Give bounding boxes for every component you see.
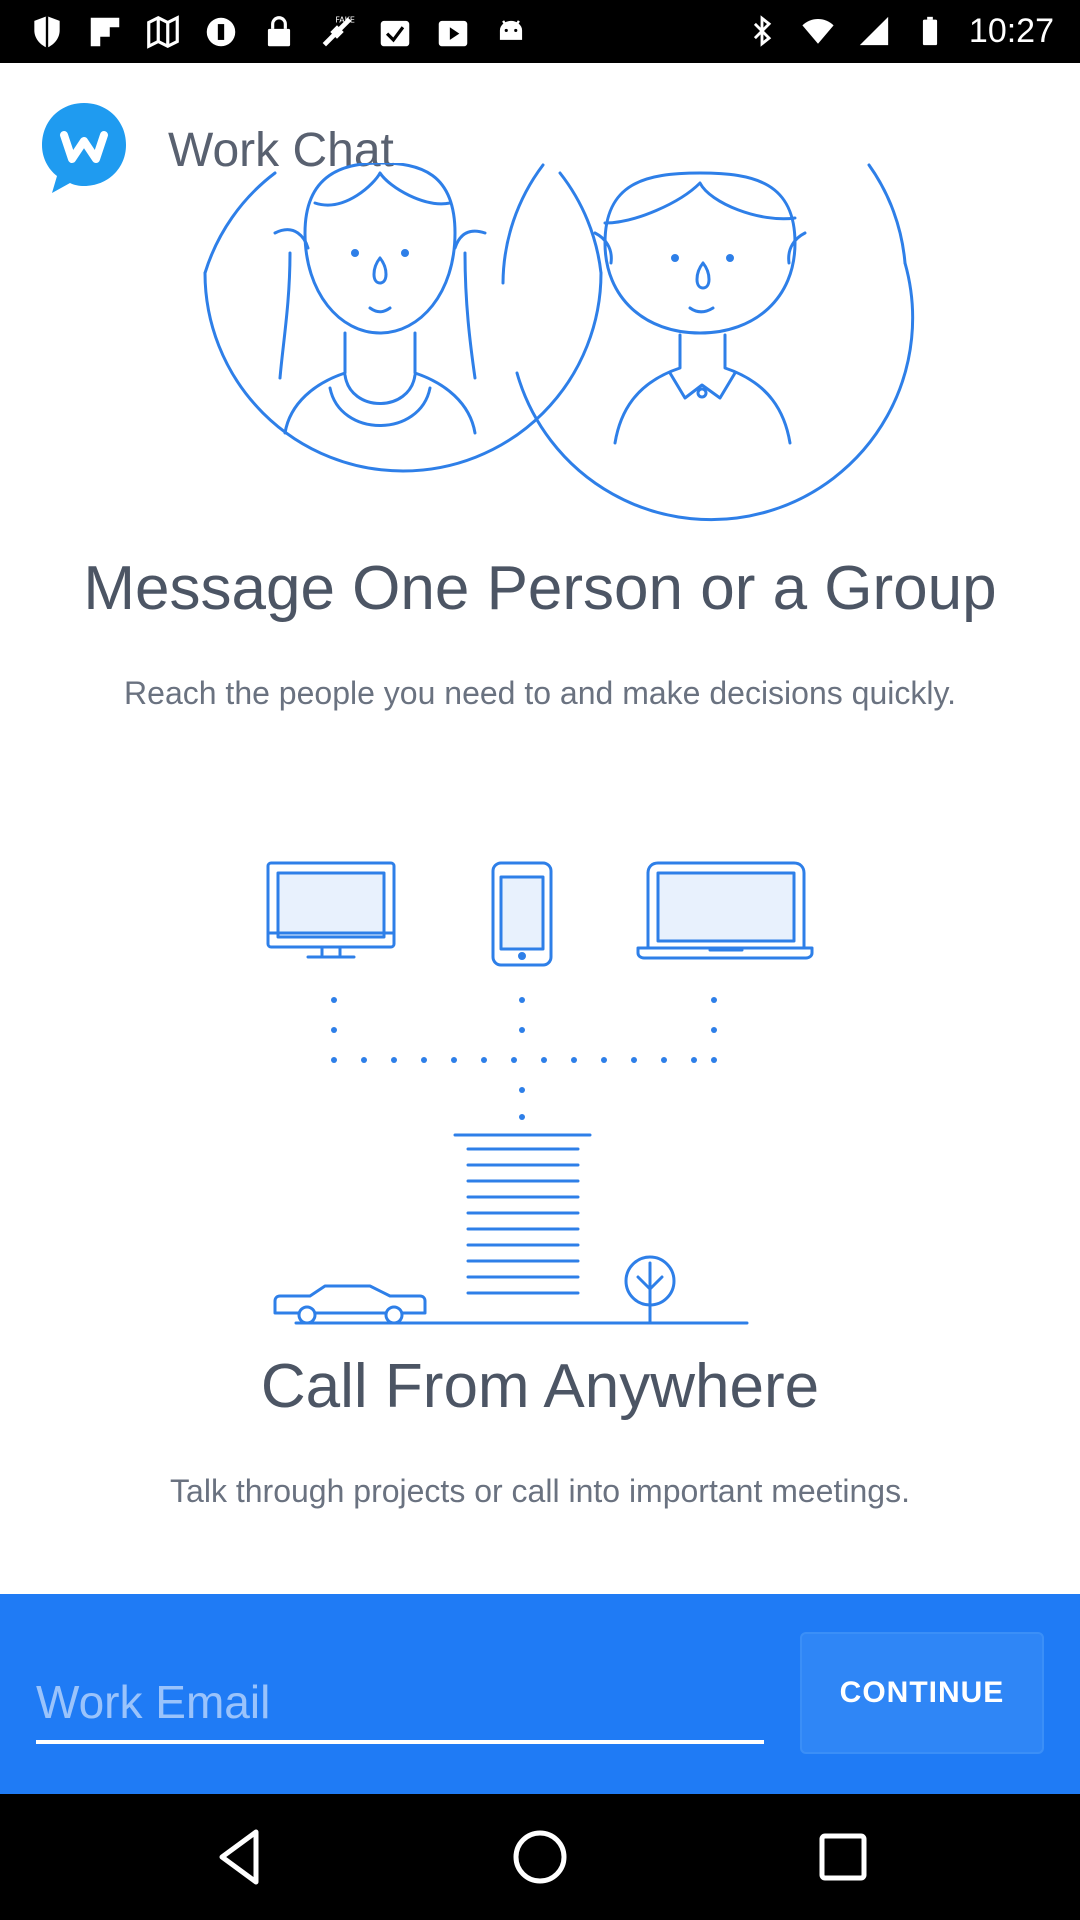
maps-icon <box>147 15 179 49</box>
section2-title: Call From Anywhere <box>260 1352 820 1421</box>
section2-subtitle: Talk through projects or call into impor… <box>170 1473 910 1509</box>
battery-icon <box>922 16 937 46</box>
status-time: 10:27 <box>968 11 1054 50</box>
status-bar: FAKE 10:27 <box>0 0 1080 63</box>
section1-subtitle: Reach the people you need to and make de… <box>124 675 956 711</box>
notification-icons: FAKE <box>28 12 530 52</box>
devices-illustration <box>266 861 814 1325</box>
people-illustration <box>203 163 915 522</box>
system-icons: 10:27 <box>745 8 1054 54</box>
play-icon <box>438 20 468 47</box>
svg-text:FAKE: FAKE <box>335 16 354 25</box>
continue-button[interactable]: CONTINUE <box>800 1632 1044 1754</box>
signal-icon <box>859 16 889 46</box>
back-icon[interactable] <box>204 1822 274 1892</box>
bluetooth-icon <box>753 15 772 47</box>
circle-icon <box>206 17 236 47</box>
workchat-logo-icon <box>42 103 126 193</box>
work-email-field <box>36 1664 764 1744</box>
recent-apps-icon[interactable] <box>808 1822 878 1892</box>
section1-title: Message One Person or a Group <box>83 554 997 623</box>
fake-gps-icon: FAKE <box>322 16 355 47</box>
wifi-icon <box>802 18 834 44</box>
check-icon <box>380 20 410 47</box>
home-icon[interactable] <box>505 1822 575 1892</box>
onboarding-screen: Work Chat Message One Person or a Group … <box>0 63 1080 1594</box>
shield-icon <box>34 16 60 48</box>
android-icon <box>499 20 523 40</box>
work-email-input[interactable] <box>36 1664 764 1740</box>
navigation-bar <box>0 1794 1080 1920</box>
lock-icon <box>267 16 291 47</box>
flipboard-icon <box>90 17 120 47</box>
signin-panel: CONTINUE <box>0 1594 1080 1794</box>
